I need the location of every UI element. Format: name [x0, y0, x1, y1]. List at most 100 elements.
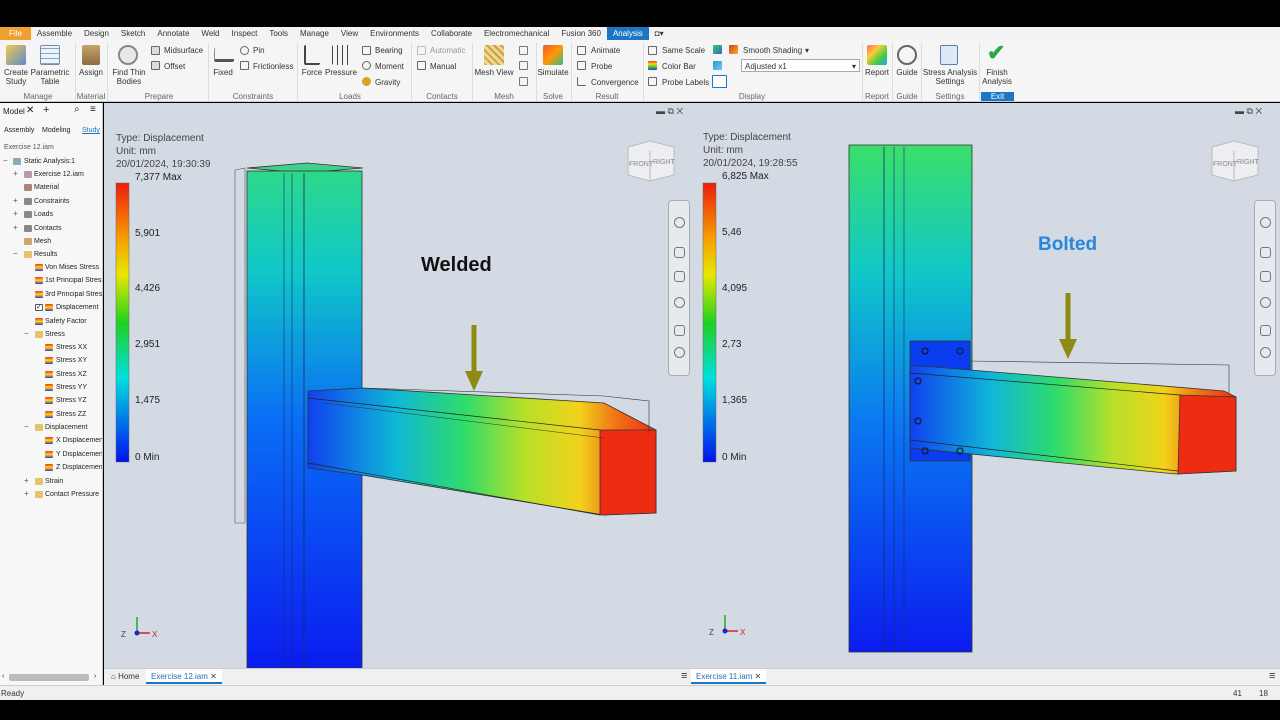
browser-subtab-assembly[interactable]: Assembly	[4, 127, 34, 135]
expand-icon[interactable]: +	[13, 197, 18, 205]
tree-item-z-displacement[interactable]: Z Displacement	[56, 464, 102, 472]
tree-item-von-mises[interactable]: Von Mises Stress	[45, 264, 99, 272]
steering-wheel-icon[interactable]	[1260, 217, 1271, 228]
close-icon[interactable]: ✕	[208, 672, 217, 681]
mesh-settings-icon[interactable]	[519, 46, 528, 55]
document-list-icon[interactable]: ≡	[676, 669, 692, 684]
graphics-viewport[interactable]: ▬ ⧉ ✕ ▬ ⧉ ✕ Type: Displacement Unit: mm …	[104, 103, 1280, 668]
home-tab[interactable]: ⌂ Home	[106, 669, 144, 684]
tree-item-constraints[interactable]: Constraints	[34, 198, 69, 206]
tree-item-contact-pressure[interactable]: Contact Pressure	[45, 491, 99, 499]
expand-icon[interactable]: +	[13, 170, 18, 178]
document-list-icon[interactable]: ≡	[1264, 669, 1280, 684]
zoom-icon[interactable]	[674, 271, 685, 282]
local-mesh-icon[interactable]	[519, 61, 528, 70]
navigation-bar-right[interactable]	[1254, 200, 1276, 376]
tree-item-3rd-principal[interactable]: 3rd Principal Stress	[45, 291, 102, 299]
view-face-icon[interactable]	[674, 325, 685, 336]
tree-item-stress[interactable]: Stress	[45, 331, 65, 339]
boundary-icon[interactable]	[713, 61, 722, 70]
menu-weld[interactable]: Weld	[195, 27, 225, 40]
tree-item-stress-xy[interactable]: Stress XY	[56, 357, 87, 365]
collapse-icon[interactable]: −	[24, 423, 29, 431]
menu-design[interactable]: Design	[78, 27, 115, 40]
zoom-icon[interactable]	[1260, 271, 1271, 282]
tree-item-exercise[interactable]: Exercise 12.iam	[34, 171, 84, 179]
navigation-bar-left[interactable]	[668, 200, 690, 376]
browser-subtab-modeling[interactable]: Modeling	[42, 127, 70, 135]
menu-manage[interactable]: Manage	[294, 27, 335, 40]
tree-item-x-displacement[interactable]: X Displacement	[56, 437, 102, 445]
scroll-right-icon[interactable]: ›	[94, 673, 96, 681]
horizontal-scrollbar[interactable]	[9, 674, 89, 681]
browser-tab-model[interactable]: Model	[3, 108, 25, 116]
expand-icon[interactable]: +	[13, 224, 18, 232]
orbit-icon[interactable]	[674, 297, 685, 308]
deformation-select-value: Adjusted x1	[745, 62, 787, 71]
close-icon[interactable]: ✕	[26, 106, 34, 116]
expand-icon[interactable]: +	[24, 477, 29, 485]
collapse-icon[interactable]: −	[24, 330, 29, 338]
look-at-icon[interactable]	[674, 347, 685, 358]
tree-item-strain[interactable]: Strain	[45, 478, 63, 486]
menu-icon[interactable]: ≡	[90, 105, 96, 115]
tree-item-1st-principal[interactable]: 1st Principal Stress	[45, 277, 102, 285]
expand-icon[interactable]: +	[24, 490, 29, 498]
menu-assemble[interactable]: Assemble	[31, 27, 78, 40]
document-tab-exercise-11[interactable]: Exercise 11.iam ✕	[691, 669, 767, 684]
menu-fusion360[interactable]: Fusion 360	[555, 27, 607, 40]
close-icon[interactable]: ✕	[752, 672, 762, 681]
tree-item-safety-factor[interactable]: Safety Factor	[45, 318, 87, 326]
add-icon[interactable]: +	[43, 105, 49, 116]
tree-item-results[interactable]: Results	[34, 251, 57, 259]
displacement-display-icon[interactable]	[712, 75, 727, 88]
pan-icon[interactable]	[674, 247, 685, 258]
tree-item-y-displacement[interactable]: Y Displacement	[56, 451, 102, 459]
collapse-icon[interactable]: −	[13, 250, 18, 258]
checkbox-checked-icon[interactable]: ✓	[35, 304, 43, 311]
deformation-select[interactable]: Adjusted x1 ▾	[741, 59, 860, 72]
panel-loads[interactable]: Loads	[330, 92, 370, 101]
scroll-left-icon[interactable]: ‹	[2, 673, 4, 681]
ribbon-options-icon[interactable]: ◘▾	[649, 27, 670, 40]
menu-environments[interactable]: Environments	[364, 27, 425, 40]
tree-item-loads[interactable]: Loads	[34, 211, 53, 219]
tree-item-mesh[interactable]: Mesh	[34, 238, 51, 246]
tree-item-stress-xz[interactable]: Stress XZ	[56, 371, 87, 379]
tree-item-stress-xx[interactable]: Stress XX	[56, 344, 87, 352]
tree-item-stress-yy[interactable]: Stress YY	[56, 384, 87, 392]
menu-electromechanical[interactable]: Electromechanical	[478, 27, 555, 40]
tree-item-material[interactable]: Material	[34, 184, 59, 192]
tree-item-stress-yz[interactable]: Stress YZ	[56, 397, 87, 405]
look-at-icon[interactable]	[1260, 347, 1271, 358]
steering-wheel-icon[interactable]	[674, 217, 685, 228]
bearing-label: Bearing	[375, 46, 403, 55]
menu-tools[interactable]: Tools	[263, 27, 294, 40]
browser-subtab-study[interactable]: Study	[82, 127, 100, 135]
menu-sketch[interactable]: Sketch	[115, 27, 151, 40]
color-bar-icon	[648, 61, 657, 70]
tree-item-displacement[interactable]: Displacement	[56, 304, 102, 312]
menu-inspect[interactable]: Inspect	[226, 27, 264, 40]
menu-collaborate[interactable]: Collaborate	[425, 27, 478, 40]
expand-icon[interactable]: +	[13, 210, 18, 218]
mesh-icon	[484, 45, 504, 65]
tree-item-displacement-folder[interactable]: Displacement	[45, 424, 87, 432]
menu-file[interactable]: File	[0, 27, 31, 40]
tree-item-contacts[interactable]: Contacts	[34, 225, 62, 233]
collapse-icon[interactable]: −	[3, 157, 8, 165]
menu-annotate[interactable]: Annotate	[151, 27, 195, 40]
orbit-icon[interactable]	[1260, 297, 1271, 308]
tree-item-stress-zz[interactable]: Stress ZZ	[56, 411, 86, 419]
view-face-icon[interactable]	[1260, 325, 1271, 336]
tree-item-static-analysis[interactable]: Static Analysis:1	[24, 158, 75, 166]
convergence-settings-icon[interactable]	[519, 77, 528, 86]
assign-label: Assign	[78, 68, 103, 77]
document-tab-exercise-12[interactable]: Exercise 12.iam ✕	[146, 669, 222, 684]
browser-file[interactable]: Exercise 12.iam	[4, 144, 54, 152]
pan-icon[interactable]	[1260, 247, 1271, 258]
menu-analysis[interactable]: Analysis	[606, 27, 649, 40]
menu-view[interactable]: View	[335, 27, 364, 40]
search-icon[interactable]: ⌕	[74, 105, 80, 115]
divider	[472, 43, 473, 101]
